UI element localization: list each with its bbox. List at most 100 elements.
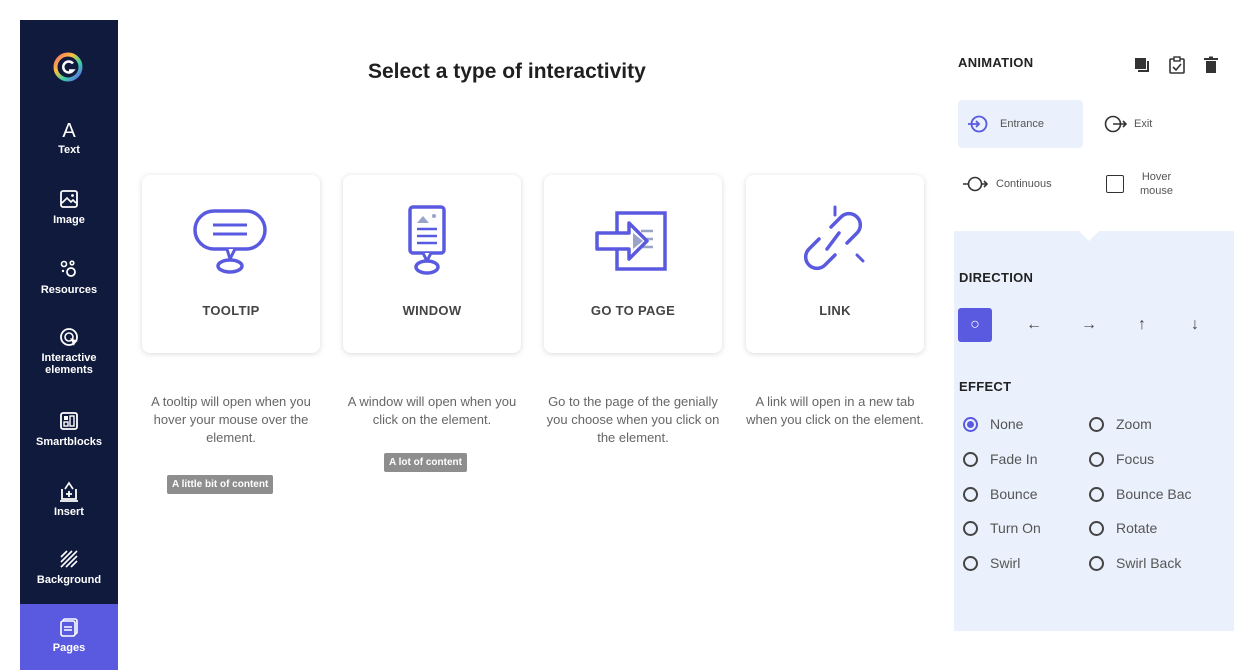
text-icon: A: [62, 120, 76, 140]
paste-animation-icon[interactable]: [1168, 56, 1186, 74]
animation-continuous-option[interactable]: Continuous: [962, 160, 1087, 208]
effect-fade-in-option[interactable]: Fade In: [963, 451, 1037, 467]
background-icon: [60, 550, 78, 568]
effect-bounce-back-option[interactable]: Bounce Bac: [1089, 486, 1234, 502]
sidebar-item-label: Background: [36, 574, 102, 586]
effect-focus-option[interactable]: Focus: [1089, 451, 1154, 467]
insert-icon: [60, 481, 78, 502]
card-label: GO TO PAGE: [590, 303, 676, 318]
effect-label: Zoom: [1116, 416, 1152, 432]
sidebar-item-label: Pages: [52, 642, 86, 654]
radio-icon: [963, 555, 978, 571]
radio-icon: [1089, 520, 1104, 536]
effect-none-option[interactable]: None: [963, 416, 1023, 432]
link-icon: [803, 205, 865, 271]
page-title: Select a type of interactivity: [368, 60, 646, 83]
radio-icon: [963, 486, 978, 502]
effect-turn-on-option[interactable]: Turn On: [963, 520, 1041, 536]
effect-label: Swirl: [990, 555, 1021, 571]
direction-none-icon: ○: [970, 316, 980, 333]
animation-option-label: Entrance: [1000, 118, 1045, 130]
radio-icon: [1089, 486, 1104, 502]
arrow-up-icon: ↑: [1138, 316, 1146, 333]
smartblocks-icon: [60, 412, 78, 430]
sidebar-item-image[interactable]: Image: [20, 188, 118, 240]
delete-icon[interactable]: [1202, 56, 1220, 74]
effect-label: Swirl Back: [1116, 555, 1182, 571]
radio-icon: [1089, 451, 1104, 467]
animation-exit-option[interactable]: Exit: [1104, 100, 1214, 148]
sidebar-item-label: Text: [58, 144, 80, 156]
sidebar-item-pages[interactable]: Pages: [20, 604, 118, 670]
continuous-icon: [963, 176, 988, 192]
tooltip-icon: [193, 209, 267, 274]
effect-swirl-option[interactable]: Swirl: [963, 555, 1020, 571]
svg-text:A: A: [62, 120, 76, 140]
content-size-badge: A lot of content: [384, 453, 467, 472]
effect-label: None: [990, 416, 1024, 432]
arrow-down-icon: ↓: [1191, 316, 1199, 333]
content-size-badge: A little bit of content: [167, 475, 274, 494]
effect-zoom-option[interactable]: Zoom: [1089, 416, 1152, 432]
sidebar-item-text[interactable]: A Text: [20, 118, 118, 170]
card-label: WINDOW: [402, 303, 462, 318]
sidebar-item-label: Image: [53, 214, 85, 226]
arrow-left-icon: ←: [1026, 316, 1042, 333]
sidebar-item-interactive-elements[interactable]: Interactive elements: [20, 326, 118, 392]
link-card[interactable]: LINK: [746, 175, 924, 353]
animation-option-label: Continuous: [996, 178, 1052, 190]
effect-label: Bounce: [990, 486, 1038, 502]
entrance-icon: [968, 115, 988, 133]
interactive-icon: [60, 328, 78, 346]
animation-hover-mouse-option[interactable]: Hover mouse: [1106, 160, 1216, 208]
direction-right-button[interactable]: →: [1072, 308, 1106, 342]
resources-icon: [60, 260, 76, 277]
card-label: LINK: [819, 303, 851, 318]
animation-option-label: Exit: [1134, 118, 1153, 130]
direction-left-button[interactable]: ←: [1017, 308, 1051, 342]
sidebar-item-insert[interactable]: Insert: [20, 480, 118, 532]
sidebar-item-background[interactable]: Background: [20, 548, 118, 600]
direction-heading: DIRECTION: [959, 270, 1034, 285]
go-to-page-icon: [595, 211, 667, 271]
exit-icon: [1104, 115, 1128, 133]
window-description: A window will open when you click on the…: [347, 394, 517, 427]
sidebar-item-resources[interactable]: Resources: [20, 258, 118, 310]
go-to-page-card[interactable]: GO TO PAGE: [544, 175, 722, 353]
tooltip-description: A tooltip will open when you hover your …: [151, 394, 311, 445]
card-label: TOOLTIP: [202, 303, 260, 318]
effect-heading: EFFECT: [959, 379, 1012, 394]
sidebar-item-label: Insert: [54, 506, 84, 518]
radio-icon: [963, 520, 978, 536]
radio-icon: [1089, 416, 1104, 432]
image-icon: [60, 190, 78, 208]
radio-icon: [1089, 555, 1104, 571]
window-icon: [408, 205, 446, 275]
animation-option-label: Hover mouse: [1140, 171, 1174, 197]
pages-icon: [60, 618, 78, 637]
effect-swirl-back-option[interactable]: Swirl Back: [1089, 555, 1181, 571]
effect-label: Fade In: [990, 451, 1038, 467]
direction-none-button[interactable]: ○: [958, 308, 992, 342]
genially-logo-icon[interactable]: [53, 52, 83, 82]
duplicate-icon[interactable]: [1133, 56, 1151, 74]
checkbox-icon: [1106, 175, 1124, 193]
effect-rotate-option[interactable]: Rotate: [1089, 520, 1157, 536]
animation-heading: ANIMATION: [958, 55, 1034, 70]
effect-label: Bounce Bac: [1116, 486, 1192, 502]
radio-checked-icon: [963, 416, 978, 432]
panel-notch: [1079, 231, 1099, 241]
effect-bounce-option[interactable]: Bounce: [963, 486, 1037, 502]
window-card[interactable]: WINDOW: [343, 175, 521, 353]
animation-entrance-option[interactable]: Entrance: [958, 100, 1083, 148]
sidebar-item-smartblocks[interactable]: Smartblocks: [20, 410, 118, 462]
sidebar-item-label: Interactive elements: [41, 352, 97, 376]
direction-down-button[interactable]: ↓: [1178, 308, 1212, 342]
sidebar-item-label: Resources: [40, 284, 98, 296]
effect-label: Turn On: [990, 520, 1041, 536]
tooltip-card[interactable]: TOOLTIP: [142, 175, 320, 353]
effect-label: Rotate: [1116, 520, 1158, 536]
direction-up-button[interactable]: ↑: [1125, 308, 1159, 342]
radio-icon: [963, 451, 978, 467]
link-description: A link will open in a new tab when you c…: [746, 394, 924, 427]
